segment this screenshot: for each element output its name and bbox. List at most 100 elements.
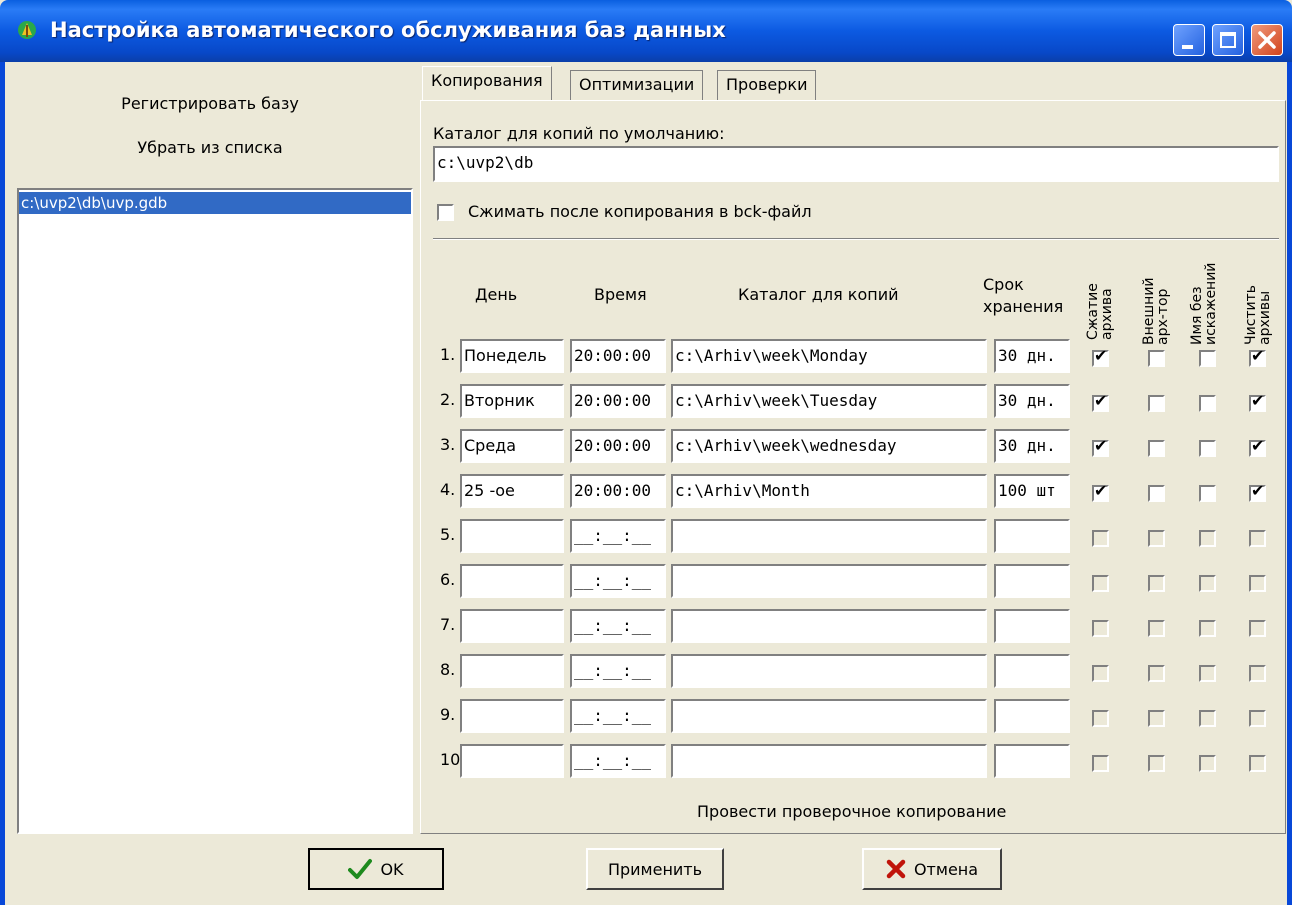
external-archiver-checkbox[interactable] bbox=[1148, 575, 1165, 592]
time-input[interactable]: __:__:__ bbox=[570, 564, 666, 598]
register-db-button[interactable]: Регистрировать базу bbox=[5, 94, 415, 113]
day-input[interactable] bbox=[460, 699, 564, 733]
time-input[interactable]: __:__:__ bbox=[570, 519, 666, 553]
close-button[interactable] bbox=[1251, 24, 1283, 56]
no-distortion-checkbox[interactable] bbox=[1199, 620, 1216, 637]
compress-archive-checkbox[interactable]: ✔ bbox=[1092, 346, 1109, 367]
no-distortion-checkbox[interactable] bbox=[1199, 710, 1216, 727]
no-distortion-checkbox[interactable] bbox=[1199, 350, 1216, 367]
compress-archive-checkbox[interactable]: ✔ bbox=[1092, 393, 1109, 412]
compress-archive-checkbox[interactable] bbox=[1092, 530, 1109, 547]
compress-archive-checkbox[interactable]: ✔ bbox=[1092, 438, 1109, 457]
clean-archives-checkbox[interactable] bbox=[1249, 755, 1266, 772]
time-input[interactable]: __:__:__ bbox=[570, 744, 666, 778]
compress-archive-checkbox[interactable]: ✔ bbox=[1092, 483, 1109, 502]
list-item[interactable]: c:\uvp2\db\uvp.gdb bbox=[19, 192, 411, 214]
compress-archive-checkbox[interactable] bbox=[1092, 575, 1109, 592]
no-distortion-checkbox[interactable] bbox=[1199, 755, 1216, 772]
cancel-button[interactable]: Отмена bbox=[862, 848, 1002, 890]
clean-archives-checkbox[interactable] bbox=[1249, 575, 1266, 592]
day-input[interactable] bbox=[460, 654, 564, 688]
tab-copying[interactable]: Копирования bbox=[422, 66, 552, 101]
checkmark-icon: ✔ bbox=[1251, 436, 1265, 455]
external-archiver-checkbox[interactable] bbox=[1148, 665, 1165, 682]
keep-input[interactable] bbox=[994, 699, 1070, 733]
dir-input[interactable]: c:\Arhiv\week\Monday bbox=[671, 339, 987, 373]
time-input[interactable]: 20:00:00 bbox=[570, 339, 666, 373]
database-list[interactable]: c:\uvp2\db\uvp.gdb bbox=[17, 188, 413, 834]
compress-archive-checkbox[interactable] bbox=[1092, 755, 1109, 772]
keep-input[interactable] bbox=[994, 519, 1070, 553]
day-input[interactable]: 25 -ое bbox=[460, 474, 564, 508]
external-archiver-checkbox[interactable] bbox=[1148, 620, 1165, 637]
dir-input[interactable]: c:\Arhiv\week\wednesday bbox=[671, 429, 987, 463]
no-distortion-checkbox[interactable] bbox=[1199, 530, 1216, 547]
clean-archives-checkbox[interactable] bbox=[1249, 665, 1266, 682]
day-input[interactable] bbox=[460, 564, 564, 598]
dir-input[interactable] bbox=[671, 564, 987, 598]
external-archiver-checkbox[interactable] bbox=[1148, 530, 1165, 547]
compress-archive-checkbox[interactable] bbox=[1092, 710, 1109, 727]
compress-archive-checkbox[interactable] bbox=[1092, 665, 1109, 682]
clean-archives-checkbox[interactable] bbox=[1249, 710, 1266, 727]
test-copy-button[interactable]: Провести проверочное копирование bbox=[697, 802, 1006, 821]
keep-input[interactable] bbox=[994, 564, 1070, 598]
external-archiver-checkbox[interactable] bbox=[1148, 755, 1165, 772]
no-distortion-checkbox[interactable] bbox=[1199, 485, 1216, 502]
day-input[interactable]: Понедель bbox=[460, 339, 564, 373]
dir-input[interactable] bbox=[671, 654, 987, 688]
compress-archive-checkbox[interactable] bbox=[1092, 620, 1109, 637]
external-archiver-checkbox[interactable] bbox=[1148, 395, 1165, 412]
no-distortion-checkbox[interactable] bbox=[1199, 440, 1216, 457]
apply-button[interactable]: Применить bbox=[586, 848, 724, 890]
keep-input[interactable] bbox=[994, 744, 1070, 778]
row-number: 5. bbox=[440, 525, 456, 544]
time-input[interactable]: __:__:__ bbox=[570, 699, 666, 733]
clean-archives-checkbox[interactable]: ✔ bbox=[1249, 393, 1266, 412]
time-input[interactable]: 20:00:00 bbox=[570, 474, 666, 508]
external-archiver-checkbox[interactable] bbox=[1148, 485, 1165, 502]
remove-db-button[interactable]: Убрать из списка bbox=[5, 138, 415, 157]
dir-input[interactable] bbox=[671, 699, 987, 733]
dir-input[interactable] bbox=[671, 744, 987, 778]
dir-input[interactable]: c:\Arhiv\week\Tuesday bbox=[671, 384, 987, 418]
keep-input[interactable]: 30 дн. bbox=[994, 384, 1070, 418]
external-archiver-checkbox[interactable] bbox=[1148, 350, 1165, 367]
keep-input[interactable]: 30 дн. bbox=[994, 429, 1070, 463]
clean-archives-checkbox[interactable]: ✔ bbox=[1249, 436, 1266, 457]
time-input[interactable]: __:__:__ bbox=[570, 609, 666, 643]
minimize-button[interactable] bbox=[1173, 24, 1205, 56]
keep-input[interactable] bbox=[994, 609, 1070, 643]
day-input[interactable] bbox=[460, 744, 564, 778]
time-input[interactable]: __:__:__ bbox=[570, 654, 666, 688]
external-archiver-checkbox[interactable] bbox=[1148, 440, 1165, 457]
time-input[interactable]: 20:00:00 bbox=[570, 429, 666, 463]
keep-input[interactable] bbox=[994, 654, 1070, 688]
keep-input[interactable]: 100 шт bbox=[994, 474, 1070, 508]
tab-optimization[interactable]: Оптимизации bbox=[570, 70, 704, 100]
day-input[interactable]: Среда bbox=[460, 429, 564, 463]
tab-checks[interactable]: Проверки bbox=[717, 70, 817, 100]
keep-input[interactable]: 30 дн. bbox=[994, 339, 1070, 373]
clean-archives-checkbox[interactable] bbox=[1249, 620, 1266, 637]
dir-input[interactable] bbox=[671, 519, 987, 553]
no-distortion-checkbox[interactable] bbox=[1199, 665, 1216, 682]
clean-archives-checkbox[interactable]: ✔ bbox=[1249, 483, 1266, 502]
dir-input[interactable]: c:\Arhiv\Month bbox=[671, 474, 987, 508]
day-input[interactable] bbox=[460, 609, 564, 643]
day-input[interactable]: Вторник bbox=[460, 384, 564, 418]
clean-archives-checkbox[interactable]: ✔ bbox=[1249, 348, 1266, 367]
dir-input[interactable] bbox=[671, 609, 987, 643]
title-bar[interactable]: Настройка автоматического обслуживания б… bbox=[0, 0, 1292, 62]
day-input[interactable] bbox=[460, 519, 564, 553]
default-dir-input[interactable]: c:\uvp2\db bbox=[433, 146, 1279, 182]
no-distortion-checkbox[interactable] bbox=[1199, 395, 1216, 412]
ok-button[interactable]: OK bbox=[308, 848, 444, 890]
external-archiver-checkbox[interactable] bbox=[1148, 710, 1165, 727]
maximize-button[interactable] bbox=[1212, 24, 1244, 56]
time-input[interactable]: 20:00:00 bbox=[570, 384, 666, 418]
clean-archives-checkbox[interactable] bbox=[1249, 530, 1266, 547]
compress-checkbox[interactable] bbox=[437, 204, 454, 221]
checkmark-icon: ✔ bbox=[1094, 346, 1108, 365]
no-distortion-checkbox[interactable] bbox=[1199, 575, 1216, 592]
